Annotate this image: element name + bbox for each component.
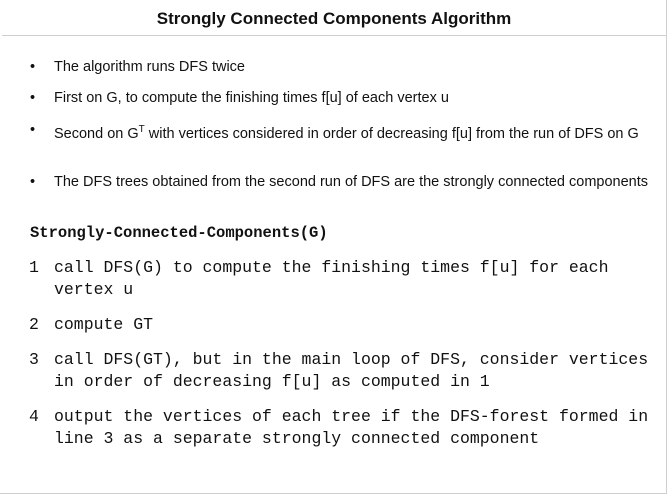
line-number: 4 xyxy=(29,407,39,426)
line-text: call DFS(G) to compute the finishing tim… xyxy=(54,258,619,299)
line-text: call DFS(GT), but in the main loop of DF… xyxy=(54,350,659,391)
bullet-text: First on G, to compute the finishing tim… xyxy=(54,90,449,106)
bullet-text-start: Second on G xyxy=(54,125,139,142)
bullet-glyph: • xyxy=(30,122,36,138)
bullet-text: Second on GT with vertices considered in… xyxy=(54,121,664,143)
bullet-glyph: • xyxy=(30,59,36,75)
line-number: 1 xyxy=(29,258,39,277)
bullet-glyph: • xyxy=(30,174,36,190)
line-number: 2 xyxy=(29,315,39,334)
bullet-text: The DFS trees obtained from the second r… xyxy=(54,174,649,190)
line-text: compute GT xyxy=(54,315,154,334)
bullet-glyph: • xyxy=(30,90,36,106)
line-text: output the vertices of each tree if the … xyxy=(54,407,659,448)
line-number: 3 xyxy=(29,350,39,369)
procedure-name: Strongly-Connected-Components(G) xyxy=(30,224,328,242)
bullet-text-end: with vertices considered in order of dec… xyxy=(144,125,639,142)
title-divider xyxy=(2,35,666,36)
bullet-text: The algorithm runs DFS twice xyxy=(54,59,245,75)
slide-title: Strongly Connected Components Algorithm xyxy=(156,9,512,28)
